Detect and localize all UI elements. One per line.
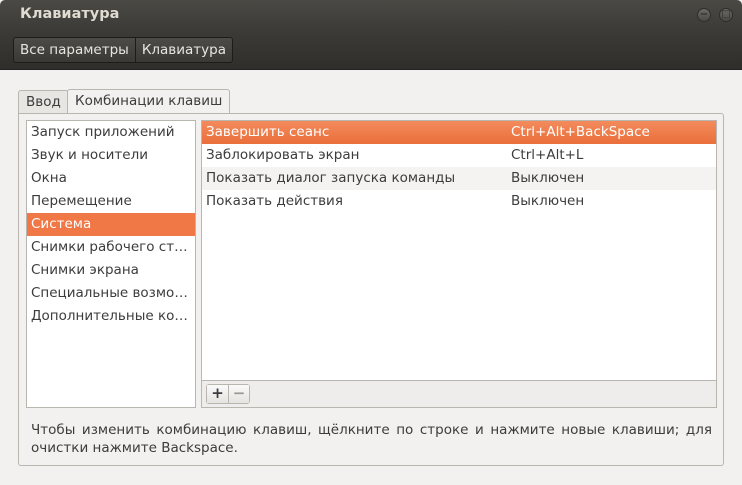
shortcut-action: Завершить сеанс [206, 124, 330, 140]
maximize-icon[interactable]: □ [719, 8, 733, 22]
category-item[interactable]: Перемещение [27, 190, 195, 213]
remove-shortcut-button[interactable]: − [228, 385, 249, 403]
category-item[interactable]: Звук и носители [27, 144, 195, 167]
tab-input[interactable]: Ввод [18, 90, 69, 114]
window-title: Клавиатура [20, 6, 120, 22]
shortcut-table[interactable]: Завершить сеанс Ctrl+Alt+BackSpace Забло… [201, 120, 717, 408]
shortcut-accel[interactable]: Выключен [511, 167, 584, 190]
category-list[interactable]: Запуск приложений Звук и носители Окна П… [26, 120, 196, 408]
category-item-selected[interactable]: Система [27, 213, 195, 236]
table-toolbar: + − [202, 380, 716, 407]
category-item[interactable]: Дополнительные комбинации [27, 305, 195, 328]
breadcrumb-all-settings[interactable]: Все параметры [14, 38, 135, 62]
hint-text: Чтобы изменить комбинацию клавиш, щёлкни… [31, 422, 712, 456]
shortcut-row[interactable]: Показать диалог запуска команды Выключен [202, 167, 716, 190]
shortcut-action: Показать диалог запуска команды [206, 170, 456, 186]
shortcut-accel[interactable]: Ctrl+Alt+L [511, 144, 583, 167]
toolbar: Все параметры Клавиатура [0, 30, 742, 70]
category-item[interactable]: Снимки рабочего стола [27, 236, 195, 259]
shortcut-row[interactable]: Показать действия Выключен [202, 190, 716, 213]
category-item[interactable]: Специальные возможности [27, 282, 195, 305]
category-item[interactable]: Окна [27, 167, 195, 190]
shortcut-accel[interactable]: Ctrl+Alt+BackSpace [511, 121, 650, 144]
category-item[interactable]: Снимки экрана [27, 259, 195, 282]
shortcut-action: Показать действия [206, 193, 343, 209]
breadcrumb: Все параметры Клавиатура [13, 37, 233, 63]
tab-shortcuts[interactable]: Комбинации клавиш [67, 89, 231, 115]
shortcut-accel[interactable]: Выключен [511, 190, 584, 213]
shortcut-row[interactable]: Заблокировать экран Ctrl+Alt+L [202, 144, 716, 167]
breadcrumb-keyboard[interactable]: Клавиатура [134, 38, 232, 62]
minimize-icon[interactable]: − [697, 8, 711, 22]
window-titlebar[interactable]: Клавиатура − □ [0, 0, 742, 30]
shortcut-action: Заблокировать экран [206, 147, 360, 163]
add-remove-group: + − [206, 384, 250, 404]
category-item[interactable]: Запуск приложений [27, 121, 195, 144]
shortcut-row-selected[interactable]: Завершить сеанс Ctrl+Alt+BackSpace [202, 121, 716, 144]
add-shortcut-button[interactable]: + [207, 385, 228, 403]
